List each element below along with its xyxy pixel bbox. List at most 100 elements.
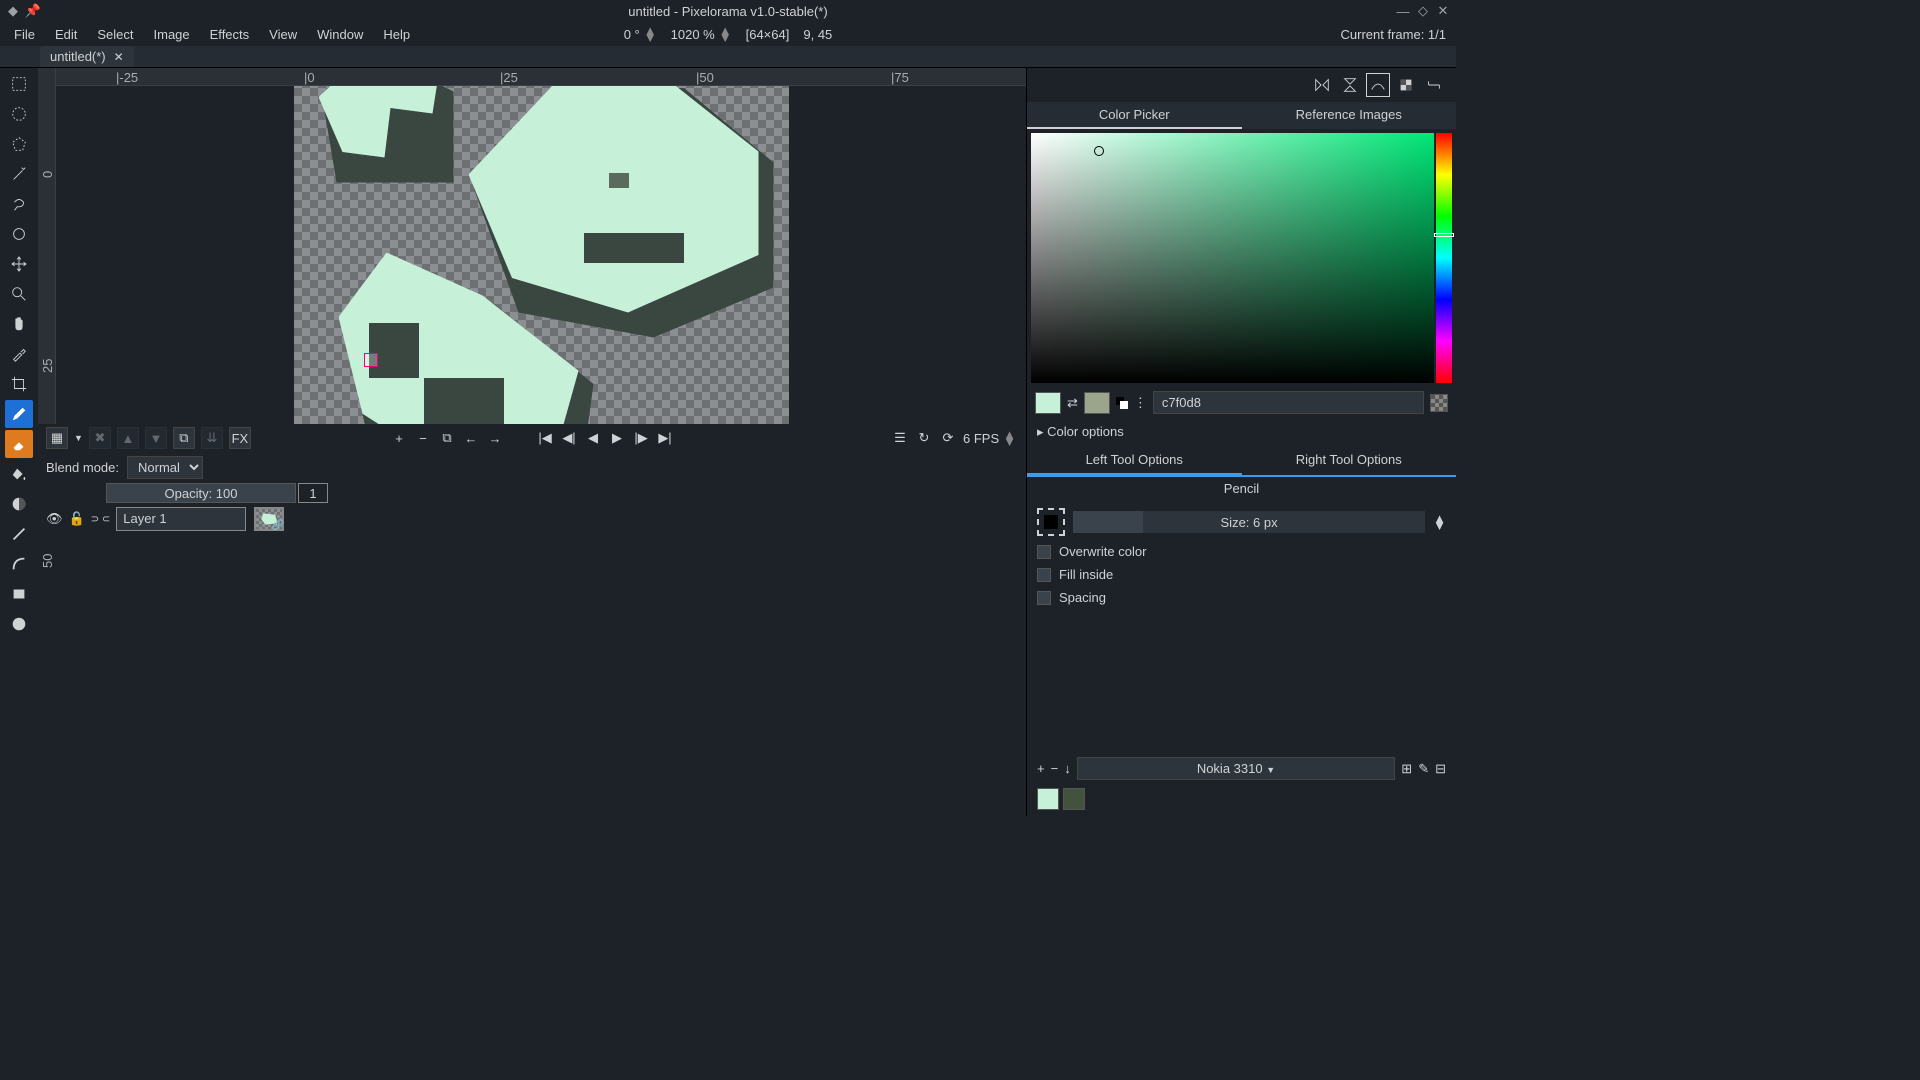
mirror-x-icon[interactable] xyxy=(1310,73,1334,97)
blend-mode-select[interactable]: Normal xyxy=(127,456,203,479)
add-palette-button[interactable]: + xyxy=(1037,761,1045,776)
shading-tool[interactable] xyxy=(5,490,33,518)
onion-settings-button[interactable]: ⟳ xyxy=(939,429,957,447)
fps-input[interactable]: 6 FPS▲▼ xyxy=(963,431,1016,446)
canvas-viewport[interactable] xyxy=(56,86,1026,424)
color-mode-icon[interactable]: ⋮ xyxy=(1134,395,1147,411)
close-tab-icon[interactable]: ✕ xyxy=(114,50,124,64)
menu-file[interactable]: File xyxy=(4,24,45,45)
sv-cursor[interactable] xyxy=(1094,146,1104,156)
maximize-icon[interactable]: ◇ xyxy=(1416,4,1430,18)
first-frame-button[interactable]: |◀ xyxy=(536,429,554,447)
horizontal-ruler[interactable]: |-25 |0 |25 |50 |75 xyxy=(56,68,1026,86)
layer-type-dropdown-icon[interactable]: ▼ xyxy=(74,433,83,443)
menu-help[interactable]: Help xyxy=(373,24,420,45)
hex-input[interactable]: c7f0d8 xyxy=(1153,391,1424,414)
menu-window[interactable]: Window xyxy=(307,24,373,45)
menu-effects[interactable]: Effects xyxy=(200,24,260,45)
layer-fx-button[interactable]: FX xyxy=(229,427,251,449)
layer-name-input[interactable]: Layer 1 xyxy=(116,507,246,531)
magic-wand-tool[interactable] xyxy=(5,160,33,188)
color-picker-area[interactable] xyxy=(1031,133,1452,383)
pixel-perfect-icon[interactable] xyxy=(1366,73,1390,97)
dynamics-icon[interactable] xyxy=(1422,73,1446,97)
move-layer-up-button[interactable]: ▲ xyxy=(117,427,139,449)
palette-edit-icon[interactable]: ✎ xyxy=(1418,761,1429,777)
brush-size-slider[interactable]: Size: 6 px xyxy=(1073,511,1425,533)
menu-image[interactable]: Image xyxy=(144,24,200,45)
move-tool[interactable] xyxy=(5,250,33,278)
move-frame-left-button[interactable]: ← xyxy=(462,429,480,447)
rect-select-tool[interactable] xyxy=(5,70,33,98)
pan-tool[interactable] xyxy=(5,310,33,338)
move-frame-right-button[interactable]: → xyxy=(486,429,504,447)
tab-color-picker[interactable]: Color Picker xyxy=(1027,102,1242,129)
lasso-tool[interactable] xyxy=(5,190,33,218)
play-backward-button[interactable]: ◀ xyxy=(584,429,602,447)
close-window-icon[interactable]: ✕ xyxy=(1436,4,1450,18)
remove-layer-button[interactable]: ✖ xyxy=(89,427,111,449)
crop-tool[interactable] xyxy=(5,370,33,398)
tab-right-tool-options[interactable]: Right Tool Options xyxy=(1242,446,1457,475)
sort-palette-button[interactable]: ↓ xyxy=(1064,761,1071,776)
menu-select[interactable]: Select xyxy=(87,24,143,45)
palette-grid-icon[interactable]: ⊞ xyxy=(1401,761,1412,777)
fill-inside-checkbox[interactable] xyxy=(1037,568,1051,582)
rotation-input[interactable]: 0 °▲▼ xyxy=(624,27,657,42)
play-forward-button[interactable]: ▶ xyxy=(608,429,626,447)
tab-left-tool-options[interactable]: Left Tool Options xyxy=(1027,446,1242,475)
line-tool[interactable] xyxy=(5,520,33,548)
alpha-lock-icon[interactable] xyxy=(1394,73,1418,97)
spacing-checkbox[interactable] xyxy=(1037,591,1051,605)
next-frame-button[interactable]: |▶ xyxy=(632,429,650,447)
color-picker-tool[interactable] xyxy=(5,340,33,368)
clone-frame-button[interactable]: ⧉ xyxy=(438,429,456,447)
onion-skin-button[interactable]: ☰ xyxy=(891,429,909,447)
last-frame-button[interactable]: ▶| xyxy=(656,429,674,447)
opacity-slider[interactable]: Opacity: 100 xyxy=(106,483,296,503)
frame-header-1[interactable]: 1 xyxy=(298,483,328,503)
eraser-tool[interactable] xyxy=(5,430,33,458)
ellipse-select-tool[interactable] xyxy=(5,100,33,128)
palette-lock-icon[interactable]: ⊟ xyxy=(1435,761,1446,777)
default-colors-icon[interactable] xyxy=(1116,397,1128,409)
size-spinner[interactable]: ▲▼ xyxy=(1433,515,1446,529)
ellipse-tool[interactable] xyxy=(5,610,33,638)
canvas[interactable] xyxy=(294,86,789,424)
zoom-tool[interactable] xyxy=(5,280,33,308)
brush-preview[interactable] xyxy=(1037,508,1065,536)
layer-link-icon[interactable]: ⊃ ⊂ xyxy=(91,514,111,525)
minimize-icon[interactable]: — xyxy=(1396,4,1410,18)
paint-select-tool[interactable] xyxy=(5,220,33,248)
palette-swatch-0[interactable] xyxy=(1037,788,1059,810)
menu-edit[interactable]: Edit xyxy=(45,24,87,45)
curve-tool[interactable] xyxy=(5,550,33,578)
color-options-expander[interactable]: ▸ Color options xyxy=(1027,418,1456,446)
add-frame-button[interactable]: + xyxy=(390,429,408,447)
remove-frame-button[interactable]: − xyxy=(414,429,432,447)
swap-colors-icon[interactable]: ⇄ xyxy=(1067,395,1078,411)
cel-thumbnail[interactable]: 🔗 xyxy=(254,507,284,531)
mirror-y-icon[interactable] xyxy=(1338,73,1362,97)
tab-reference-images[interactable]: Reference Images xyxy=(1242,102,1457,129)
zoom-input[interactable]: 1020 %▲▼ xyxy=(671,27,732,42)
add-layer-button[interactable]: ▦ xyxy=(46,427,68,449)
overwrite-color-checkbox[interactable] xyxy=(1037,545,1051,559)
menu-view[interactable]: View xyxy=(259,24,307,45)
pin-icon[interactable]: 📌 xyxy=(26,4,40,18)
vertical-ruler[interactable]: 0 25 50 xyxy=(38,68,56,424)
remove-palette-button[interactable]: − xyxy=(1051,761,1059,776)
layer-visibility-icon[interactable]: 👁 xyxy=(46,511,63,527)
bucket-tool[interactable] xyxy=(5,460,33,488)
prev-frame-button[interactable]: ◀| xyxy=(560,429,578,447)
palette-swatch-1[interactable] xyxy=(1063,788,1085,810)
merge-layer-button[interactable]: ⇊ xyxy=(201,427,223,449)
primary-color-swatch[interactable] xyxy=(1035,392,1061,414)
secondary-color-swatch[interactable] xyxy=(1084,392,1110,414)
tab-untitled[interactable]: untitled(*) ✕ xyxy=(40,46,134,67)
move-layer-down-button[interactable]: ▼ xyxy=(145,427,167,449)
palette-select[interactable]: Nokia 3310 ▼ xyxy=(1077,757,1396,780)
hue-slider[interactable] xyxy=(1436,133,1452,383)
loop-button[interactable]: ↻ xyxy=(915,429,933,447)
rectangle-tool[interactable] xyxy=(5,580,33,608)
